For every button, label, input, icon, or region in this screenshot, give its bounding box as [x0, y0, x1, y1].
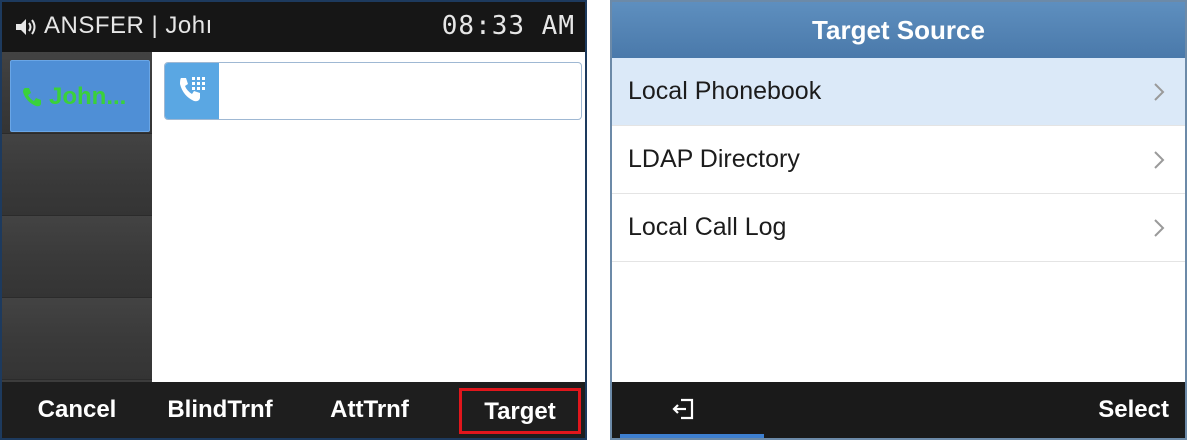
- dial-number-input[interactable]: [164, 62, 582, 120]
- phone-handset-icon: [23, 88, 41, 107]
- back-exit-icon: [672, 398, 694, 420]
- dialpad-phone-icon: [165, 63, 219, 119]
- back-button[interactable]: [616, 382, 764, 438]
- menu-item-label: Local Call Log: [628, 213, 787, 241]
- line-slot[interactable]: [2, 216, 152, 298]
- attended-transfer-softkey[interactable]: AttTrnf: [317, 382, 422, 438]
- select-button[interactable]: Select: [1098, 382, 1169, 438]
- menu-item-label: LDAP Directory: [628, 145, 800, 173]
- target-source-screen: Target Source Local Phonebook LDAP Direc…: [610, 0, 1187, 440]
- dial-area: [152, 52, 585, 382]
- chevron-right-icon: [1154, 151, 1165, 169]
- line-slot[interactable]: [2, 134, 152, 216]
- target-source-list: Local Phonebook LDAP Directory Local Cal…: [612, 58, 1185, 262]
- call-screen: ANSFER | Johı 08:33 AM John... Cancel Bl…: [0, 0, 587, 440]
- line-keys-panel: John...: [2, 52, 152, 382]
- softkey-bar: Cancel BlindTrnf AttTrnf Target: [2, 382, 585, 438]
- menu-item-local-phonebook[interactable]: Local Phonebook: [612, 58, 1185, 126]
- bottom-softkey-bar: Select: [612, 382, 1185, 438]
- status-bar: ANSFER | Johı 08:33 AM: [2, 2, 585, 52]
- active-line-key[interactable]: John...: [10, 60, 150, 132]
- clock-time: 08:33 AM: [441, 11, 575, 41]
- line-slot[interactable]: John...: [2, 52, 152, 134]
- target-softkey[interactable]: Target: [459, 388, 581, 434]
- chevron-right-icon: [1154, 83, 1165, 101]
- menu-item-local-call-log[interactable]: Local Call Log: [612, 194, 1185, 262]
- speaker-icon: [16, 19, 36, 35]
- cancel-softkey[interactable]: Cancel: [22, 382, 132, 438]
- line-slot[interactable]: [2, 298, 152, 380]
- line-contact-name: John...: [49, 83, 127, 110]
- blind-transfer-softkey[interactable]: BlindTrnf: [160, 382, 280, 438]
- screen-title: Target Source: [612, 2, 1185, 58]
- active-tab-underline: [620, 434, 764, 438]
- call-status-text: ANSFER | Johı: [44, 12, 213, 39]
- menu-item-label: Local Phonebook: [628, 77, 822, 105]
- menu-item-ldap-directory[interactable]: LDAP Directory: [612, 126, 1185, 194]
- chevron-right-icon: [1154, 219, 1165, 237]
